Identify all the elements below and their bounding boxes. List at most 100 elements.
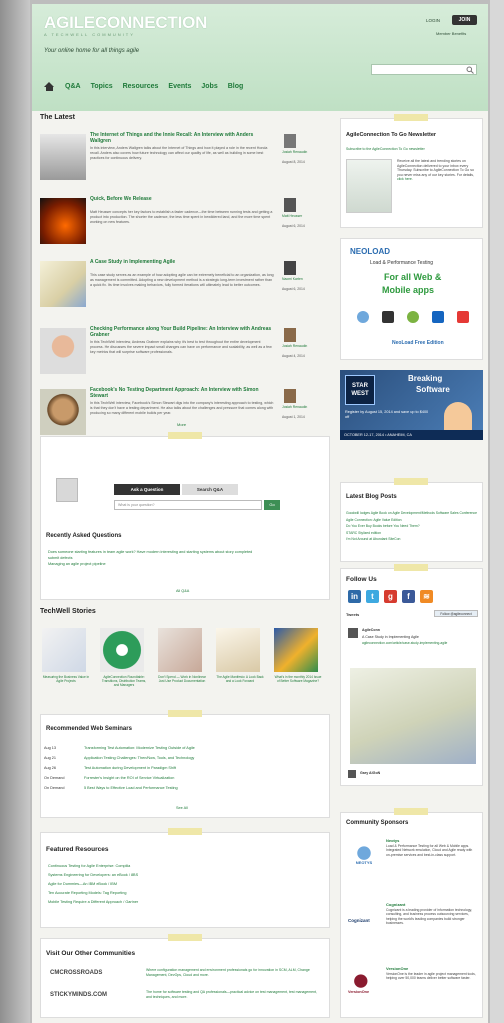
story-caption[interactable]: AgileConnection Roundtable: Transitions,… [100, 675, 148, 688]
question-input[interactable]: What is your question? [114, 500, 262, 510]
article-thumbnail[interactable] [40, 261, 86, 307]
googleplus-icon[interactable]: g [384, 590, 397, 603]
story-caption[interactable]: What's in the monthly 2014 Issue of Bett… [274, 675, 322, 683]
story-caption[interactable]: Don't Spend — Work in Nonlinear Just Use… [158, 675, 206, 683]
page: AGILECONNECTION A TECHWELL COMMUNITY You… [32, 4, 488, 1023]
nav-jobs[interactable]: Jobs [201, 83, 217, 90]
story-card[interactable]: AgileConnection Roundtable: Transitions,… [100, 628, 148, 688]
article-title[interactable]: A Case Study in Implementing Agile [90, 259, 274, 265]
recent-questions-list: Does someone starting features in team a… [48, 549, 324, 567]
member-benefits-link[interactable]: Member Benefits [436, 31, 466, 36]
resource-link[interactable]: Agile for Dummies—An IBM eBook / IBM [48, 880, 324, 889]
blog-link[interactable]: I'm Not Around at Abundant SiteCon [346, 536, 480, 543]
article-title[interactable]: Quick, Before We Release [90, 196, 274, 202]
question-submit-button[interactable]: Go [264, 500, 280, 510]
tab-search-qa[interactable]: Search Q&A [182, 484, 238, 495]
nav-qa[interactable]: Q&A [65, 83, 81, 90]
nav-topics[interactable]: Topics [91, 83, 113, 90]
article-author[interactable]: Matt Heusser [282, 214, 326, 219]
home-icon[interactable] [44, 82, 55, 91]
starwest-software: Software [416, 385, 450, 394]
newsletter-preview-image [346, 159, 392, 213]
linkedin-icon[interactable]: in [348, 590, 361, 603]
tape-decoration [168, 432, 202, 439]
question-link[interactable]: Managing an agile project pipeline [48, 561, 324, 567]
webinar-title[interactable]: Test Automation during Development in Pa… [84, 766, 176, 771]
sponsor-name[interactable]: Cognizant [386, 902, 405, 907]
webinar-date: On Demand [44, 786, 65, 790]
blog-link[interactable]: Goodwill lodges Agile Book on Agile Deve… [346, 510, 480, 517]
sponsor-item[interactable]: NEOTYS Neotys Load & Performance Testing… [348, 838, 478, 888]
webinar-title[interactable]: Transforming Test Automation: Modernize … [84, 746, 195, 751]
nav-resources[interactable]: Resources [123, 83, 159, 90]
sponsor-name[interactable]: VersionOne [386, 966, 408, 971]
tweet-avatar [348, 628, 358, 638]
story-card[interactable]: Measuring the Business Value in Agile Pr… [42, 628, 90, 683]
resource-link[interactable]: Mobile Testing Require a Different Appro… [48, 898, 324, 907]
cmcrossroads-logo[interactable]: CMCROSSROADS [50, 970, 102, 976]
story-card[interactable]: The Agile Manifesto: A Look Back and a L… [216, 628, 264, 683]
article-author[interactable]: Josiah Renaudin [282, 344, 326, 349]
twitter-icon[interactable]: t [366, 590, 379, 603]
author-avatar [284, 198, 296, 212]
article-thumbnail[interactable] [40, 198, 86, 244]
see-all-webinars-link[interactable]: See All [176, 805, 188, 811]
story-card[interactable]: What's in the monthly 2014 Issue of Bett… [274, 628, 322, 683]
neoload-cta[interactable]: NeoLoad Free Edition [392, 340, 444, 346]
rss-icon[interactable]: ≋ [420, 590, 433, 603]
article-thumbnail[interactable] [40, 328, 86, 374]
platform-icon [381, 311, 394, 323]
neoload-line2: For all Web & [384, 272, 442, 282]
join-button[interactable]: JOIN [452, 15, 477, 25]
resource-link[interactable]: Ten Accurate Reporting Models: Tag Repor… [48, 889, 324, 898]
tab-ask-question[interactable]: Ask a Question [114, 484, 180, 495]
platform-icon [406, 311, 419, 323]
article-summary: Matt Heusser concepts her key factors to… [90, 210, 273, 224]
tweet-footer-user[interactable]: Gary AlGoN [360, 771, 380, 775]
author-avatar [284, 389, 296, 403]
tweet-link[interactable]: agileconnection.com/article/case-study-i… [362, 641, 478, 645]
site-logo[interactable]: AGILECONNECTION [44, 13, 207, 33]
nav-blog[interactable]: Blog [228, 83, 244, 90]
article-author[interactable]: Naomi Karten [282, 277, 326, 282]
webinar-title[interactable]: Forrester's Insight on the ROI of Servic… [84, 776, 174, 781]
platform-icon [356, 311, 369, 323]
article-thumbnail[interactable] [40, 134, 86, 180]
starwest-ad[interactable]: STAR WEST Breaking Software Register by A… [340, 370, 483, 440]
author-avatar [284, 134, 296, 148]
article-title[interactable]: The Internet of Things and the Innie Rec… [90, 132, 274, 144]
more-articles-link[interactable]: More [177, 422, 186, 427]
sponsor-item[interactable]: VersionOne VersionOne VersionOne is the … [348, 966, 478, 1016]
sponsors-heading: Community Sponsors [346, 820, 409, 826]
twitter-follow-button[interactable]: Follow @agileconnect [434, 610, 478, 617]
story-card[interactable]: Don't Spend — Work in Nonlinear Just Use… [158, 628, 206, 683]
newsletter-subscribe-link[interactable]: Subscribe to the AgileConnection To Go n… [346, 146, 480, 152]
resource-link[interactable]: Continuous Testing for Agile Enterprise:… [48, 862, 324, 871]
article-date: August 1, 2014 [282, 415, 305, 419]
nav-events[interactable]: Events [168, 83, 191, 90]
article-title[interactable]: Checking Performance along Your Build Pi… [90, 326, 274, 338]
all-qa-link[interactable]: All Q&A [176, 588, 189, 594]
stickyminds-logo[interactable]: STICKYMINDS.COM [50, 992, 107, 998]
webinar-title[interactable]: 5 Best Ways to Effective Load and Perfor… [84, 786, 178, 791]
resources-heading: Featured Resources [46, 846, 109, 853]
article-author[interactable]: Josiah Renaudin [282, 405, 326, 410]
facebook-icon[interactable]: f [402, 590, 415, 603]
sponsor-name[interactable]: Neotys [386, 838, 399, 843]
tweet-image[interactable] [350, 668, 476, 764]
sponsor-item[interactable]: Cognizant Cognizant Cognizant is a leadi… [348, 902, 478, 952]
tweet-user[interactable]: AgileConn [362, 628, 380, 632]
article-date: August 4, 2014 [282, 354, 305, 358]
newsletter-click-here-link[interactable]: click here. [397, 177, 413, 181]
story-caption[interactable]: The Agile Manifesto: A Look Back and a L… [216, 675, 264, 683]
article-title[interactable]: Facebook's No Testing Department Approac… [90, 387, 274, 399]
webinar-title[interactable]: Application Testing Challenges: Then/Now… [84, 756, 194, 761]
article-thumbnail[interactable] [40, 389, 86, 435]
search-input[interactable] [371, 64, 477, 75]
article-author[interactable]: Josiah Renaudin [282, 150, 326, 155]
resource-link[interactable]: Systems Engineering for Developers: an e… [48, 871, 324, 880]
story-image [216, 628, 260, 672]
tape-decoration [394, 564, 428, 571]
login-link[interactable]: LOGIN [426, 18, 440, 23]
story-caption[interactable]: Measuring the Business Value in Agile Pr… [42, 675, 90, 683]
